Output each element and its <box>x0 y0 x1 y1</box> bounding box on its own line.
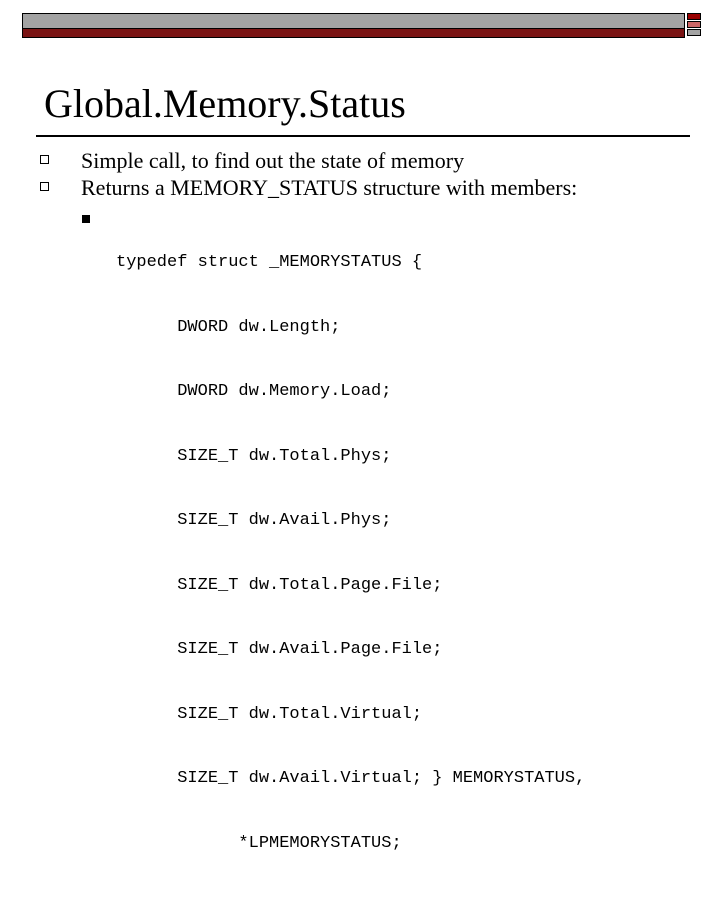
top-decorative-band <box>22 13 685 38</box>
slide-title: Global.Memory.Status <box>44 81 406 126</box>
code-line: SIZE_T dw.Avail.Phys; <box>116 511 392 530</box>
bullet-text: Simple call, to find out the state of me… <box>81 148 465 173</box>
code-line: SIZE_T dw.Avail.Page.File; <box>116 640 443 659</box>
code-line: SIZE_T dw.Total.Virtual; <box>116 704 423 724</box>
code-line: DWORD dw.Memory.Load; <box>116 382 392 401</box>
title-underline <box>36 135 690 137</box>
code-line: SIZE_T dw.Total.Page.File; <box>116 575 443 595</box>
corner-square-gray <box>687 29 701 36</box>
hollow-square-bullet-icon <box>40 155 49 164</box>
corner-square-rose <box>687 21 701 28</box>
hollow-square-bullet-icon <box>40 182 49 191</box>
code-line: SIZE_T dw.Avail.Virtual; } MEMORYSTATUS, <box>116 769 586 788</box>
band-gray-strip <box>23 14 684 29</box>
code-line: typedef struct _MEMORYSTATUS { <box>116 253 423 272</box>
code-block: typedef struct _MEMORYSTATUS { DWORD dw.… <box>116 209 585 897</box>
filled-square-bullet-icon <box>82 215 90 223</box>
code-line: *LPMEMORYSTATUS; <box>116 833 402 853</box>
code-line: SIZE_T dw.Total.Phys; <box>116 446 392 466</box>
code-line: DWORD dw.Length; <box>116 317 341 337</box>
corner-squares-decoration <box>686 13 702 43</box>
bullet-text: Returns a MEMORY_STATUS structure with m… <box>81 175 578 200</box>
band-dark-strip <box>23 28 684 37</box>
corner-square-red <box>687 13 701 20</box>
